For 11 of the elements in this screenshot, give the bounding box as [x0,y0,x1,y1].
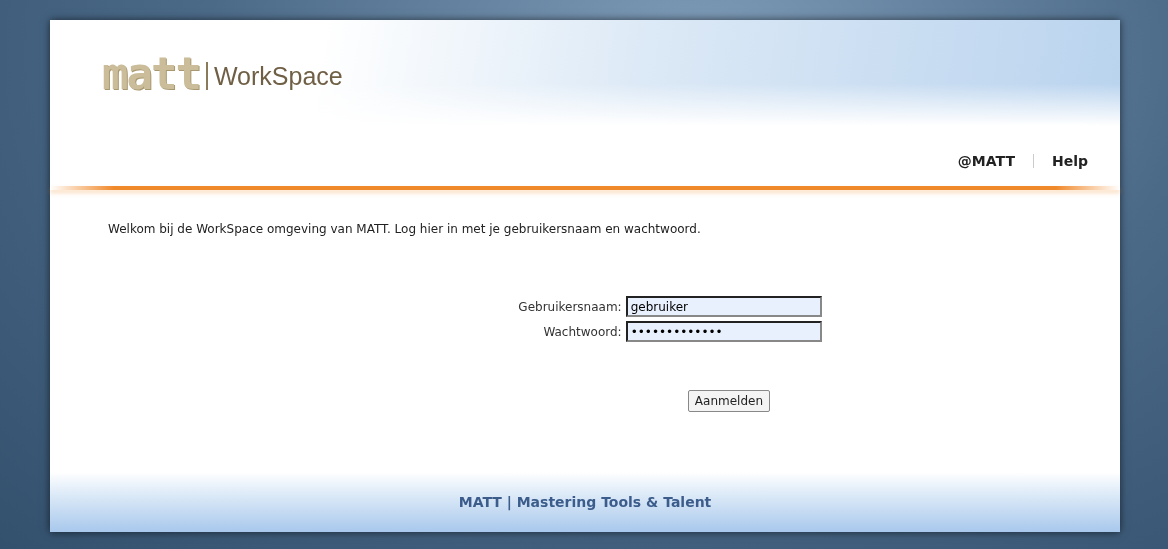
welcome-text: Welkom bij de WorkSpace omgeving van MATT. Log hier in met je gebruikersnaam en wachtwoord. [108,222,702,236]
logo: matt [102,47,200,99]
field-label: Gebruikersnaam: [518,299,622,314]
footer-text: MATT | Mastering Tools & Talent [458,494,712,510]
product-name: WorkSpace [205,62,343,90]
login-button[interactable]: Aanmelden [687,390,770,412]
input-field[interactable]: gebruiker [625,296,822,317]
nav-link[interactable]: Help [1051,153,1088,169]
nav-link[interactable]: @MATT [957,153,1015,169]
input-field[interactable]: ••••••••••••• [625,321,822,342]
field-label: Wachtwoord: [542,324,622,339]
